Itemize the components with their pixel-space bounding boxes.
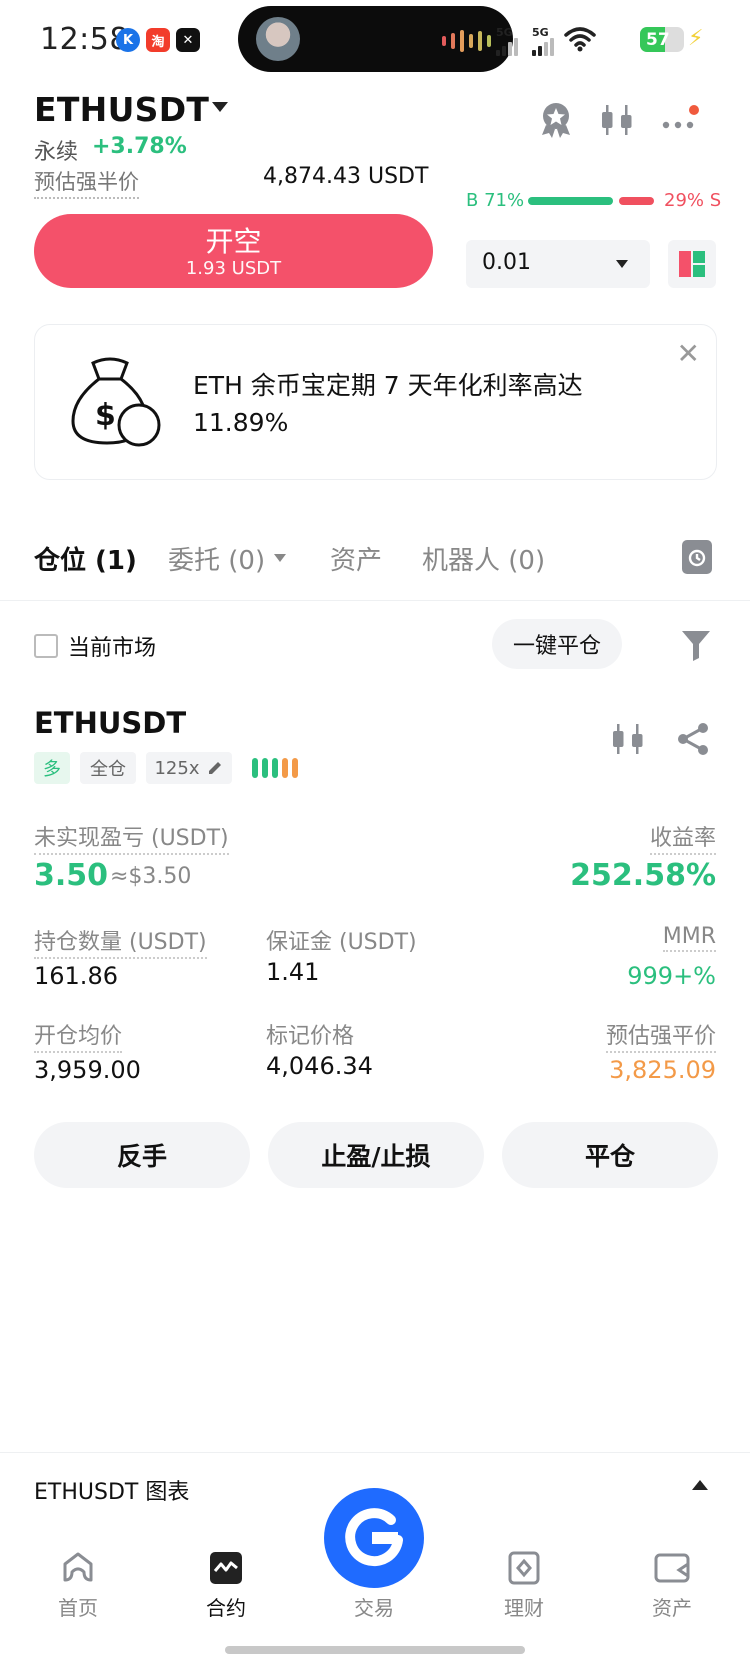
chevron-down-icon[interactable]	[274, 554, 286, 562]
liq-price-value: 3,825.09	[609, 1056, 716, 1084]
sell-ratio-label: 29% S	[664, 190, 722, 211]
history-icon[interactable]	[682, 540, 712, 574]
liq-price-label: 预估强平价	[605, 1018, 716, 1053]
pnl-label: 未实现盈亏 (USDT)	[34, 820, 229, 855]
roe-value: 252.58%	[570, 858, 716, 893]
entry-price-label: 开仓均价	[34, 1018, 123, 1053]
nav-home-label: 首页	[58, 1596, 98, 1620]
pnl-usd-value: ≈$3.50	[110, 864, 192, 889]
close-position-button[interactable]: 平仓	[502, 1122, 718, 1188]
tabs-divider	[0, 600, 750, 601]
app-k-icon: K	[116, 28, 140, 52]
share-icon[interactable]	[676, 722, 710, 760]
current-market-checkbox[interactable]	[34, 634, 58, 658]
candlestick-icon[interactable]	[598, 100, 638, 140]
layout-icon	[679, 251, 705, 277]
wallet-icon	[654, 1553, 690, 1583]
battery-indicator: 57	[640, 27, 684, 52]
tab-orders[interactable]: 委托 (0)	[168, 540, 265, 577]
promo-banner[interactable]: $ ETH 余币宝定期 7 天年化利率高达 11.89% ✕	[34, 324, 717, 480]
open-short-label: 开空	[205, 225, 262, 258]
trade-fab-button[interactable]	[324, 1488, 424, 1588]
chevron-down-icon	[616, 260, 628, 268]
margin-label: 保证金 (USDT)	[266, 930, 417, 955]
sell-ratio-bar	[619, 197, 654, 205]
buy-ratio-bar	[528, 197, 613, 205]
nav-home[interactable]: 首页	[38, 1548, 118, 1620]
promo-text: ETH 余币宝定期 7 天年化利率高达 11.89%	[193, 371, 583, 437]
est-liq-label: 预估强半价	[34, 166, 139, 199]
battery-level: 57	[646, 29, 670, 50]
margin-value[interactable]: 1.41	[266, 958, 319, 986]
music-avatar	[256, 17, 300, 61]
chevron-up-icon[interactable]	[692, 1480, 708, 1490]
audio-wave-icon	[442, 30, 491, 52]
mmr-label: MMR	[662, 924, 716, 952]
tab-positions[interactable]: 仓位 (1)	[34, 540, 137, 577]
app-capcut-icon: ✕	[176, 28, 200, 52]
chart-panel-divider	[0, 1452, 750, 1453]
tp-sl-button[interactable]: 止盈/止损	[268, 1122, 484, 1188]
nav-assets[interactable]: 资产	[632, 1548, 712, 1620]
quantity-select[interactable]: 0.01	[466, 240, 650, 288]
side-badge: 多	[34, 752, 70, 784]
wifi-icon	[564, 27, 596, 52]
nav-earn[interactable]: 理财	[484, 1548, 564, 1620]
futures-icon	[210, 1552, 242, 1584]
quantity-value: 0.01	[482, 250, 531, 275]
chart-panel-title[interactable]: ETHUSDT 图表	[34, 1474, 189, 1506]
filter-icon[interactable]	[680, 628, 712, 662]
dynamic-island	[238, 6, 513, 72]
tab-bots[interactable]: 机器人 (0)	[422, 540, 545, 577]
badge-icon[interactable]	[536, 100, 576, 140]
tab-assets[interactable]: 资产	[330, 540, 382, 577]
trade-logo-icon	[345, 1508, 403, 1567]
nav-trade-label[interactable]: 交易	[324, 1592, 424, 1621]
mark-price-value: 4,046.34	[266, 1052, 373, 1080]
nav-futures[interactable]: 合约	[186, 1548, 266, 1620]
contract-type: 永续	[34, 140, 79, 165]
layout-toggle-button[interactable]	[668, 240, 716, 288]
svg-text:$: $	[95, 398, 116, 433]
roe-label: 收益率	[649, 820, 716, 855]
charging-icon: ⚡	[688, 26, 704, 51]
pair-title[interactable]: ETHUSDT	[34, 90, 209, 129]
money-bag-icon: $	[71, 357, 161, 447]
reverse-button[interactable]: 反手	[34, 1122, 250, 1188]
size-value: 161.86	[34, 962, 118, 990]
earn-icon	[508, 1551, 540, 1585]
nav-earn-label: 理财	[504, 1596, 544, 1620]
edit-icon	[208, 762, 221, 774]
nav-assets-label: 资产	[652, 1596, 692, 1620]
price-change: +3.78%	[92, 134, 187, 159]
position-symbol[interactable]: ETHUSDT	[34, 706, 186, 740]
est-liq-value: 4,874.43 USDT	[263, 164, 429, 189]
home-indicator[interactable]	[225, 1646, 525, 1654]
close-all-button[interactable]: 一键平仓	[492, 619, 622, 669]
home-icon	[63, 1552, 93, 1582]
signal-icon-2	[532, 38, 554, 56]
margin-mode-badge[interactable]: 全仓	[80, 752, 136, 784]
current-market-label[interactable]: 当前市场	[68, 630, 156, 662]
mark-price-label: 标记价格	[266, 1024, 355, 1049]
nav-futures-label: 合约	[206, 1596, 246, 1620]
buy-ratio-label: B 71%	[466, 190, 525, 211]
mmr-value: 999+%	[627, 962, 716, 990]
size-label: 持仓数量 (USDT)	[34, 924, 207, 959]
leverage-badge[interactable]: 125x	[146, 752, 232, 784]
open-short-button[interactable]: 开空 1.93 USDT	[34, 214, 433, 288]
app-taobao-icon: 淘	[146, 28, 170, 52]
position-chart-icon[interactable]	[612, 722, 646, 760]
risk-level-indicator	[252, 758, 298, 778]
open-short-amount: 1.93 USDT	[185, 258, 282, 279]
close-icon[interactable]: ✕	[677, 337, 700, 370]
pnl-value: 3.50	[34, 858, 109, 893]
signal-icon	[496, 38, 518, 56]
more-icon[interactable]	[660, 100, 700, 140]
leverage-value: 125x	[154, 757, 200, 779]
entry-price-value: 3,959.00	[34, 1056, 141, 1084]
pair-dropdown-icon[interactable]	[212, 102, 228, 112]
